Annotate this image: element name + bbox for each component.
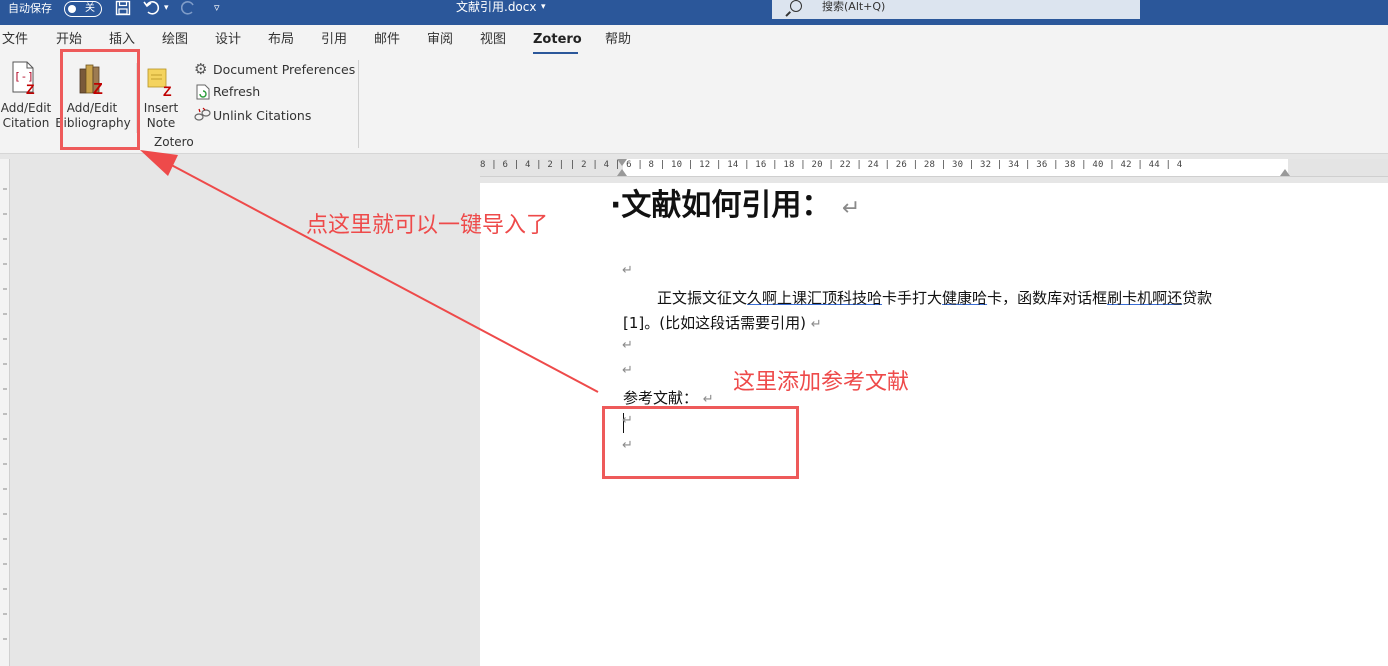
annotation-bibliography-text: 点这里就可以一键导入了 — [306, 213, 549, 238]
annotation-arrow — [140, 150, 599, 393]
annotation-references-text: 这里添加参考文献 — [733, 370, 910, 395]
